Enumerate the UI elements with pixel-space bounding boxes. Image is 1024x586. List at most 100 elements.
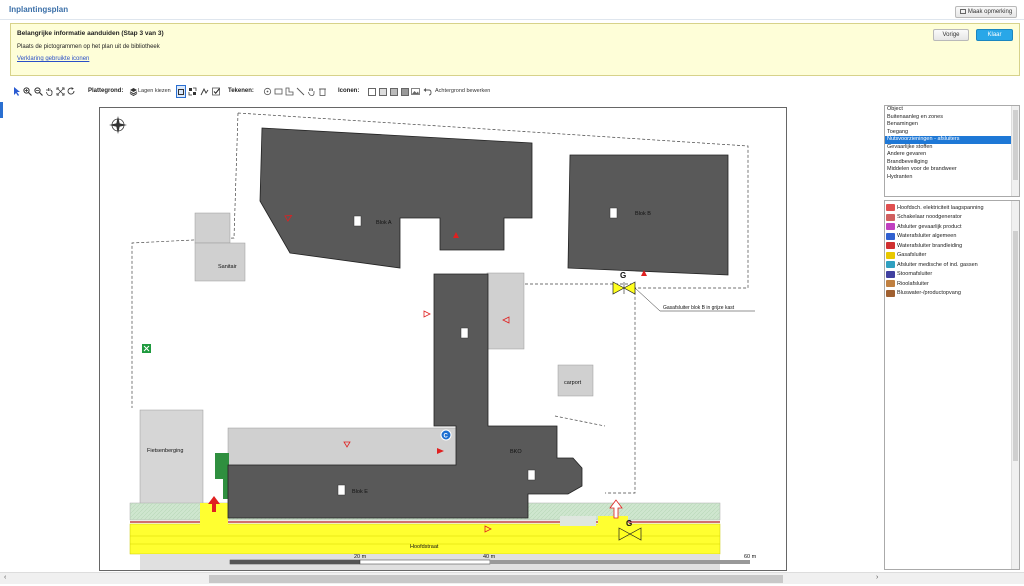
- access-triangle-icon: [423, 310, 431, 318]
- icon-picture-icon[interactable]: [411, 85, 420, 98]
- label-carport: carport: [564, 380, 582, 386]
- pan-hand-icon[interactable]: [45, 85, 54, 98]
- icons-scroll-thumb[interactable]: [1013, 231, 1018, 461]
- label-bko: BKO: [510, 449, 522, 455]
- layer-item[interactable]: Hydranten: [885, 174, 1019, 182]
- label-sanitair: Sanitair: [218, 264, 237, 270]
- layers-scrollbar[interactable]: [1011, 106, 1019, 196]
- icon-library-label: Rioolafsluiter: [897, 280, 929, 287]
- icon-large-square-icon[interactable]: [389, 85, 398, 98]
- scale-label-20: 20 m: [354, 554, 367, 560]
- draw-line-icon[interactable]: [296, 85, 305, 98]
- horizontal-scrollbar[interactable]: ‹ ›: [0, 572, 1024, 584]
- draw-polygon-icon[interactable]: [285, 85, 294, 98]
- left-edge-marker: [0, 102, 3, 118]
- label-blok-e: Blok E: [352, 489, 368, 495]
- layer-item[interactable]: Nutsvoorzieningen - afsluiters: [885, 136, 1019, 144]
- done-button[interactable]: Klaar: [976, 29, 1013, 41]
- layer-item[interactable]: Toegang: [885, 129, 1019, 137]
- icon-library-item[interactable]: Afsluiter medische of ind. gassen: [885, 260, 1019, 270]
- pictogram-icon: [886, 280, 895, 288]
- layers-container: Object Buitenaanleg en zones Benamingen Toe…: [885, 106, 1019, 181]
- fietsenberging-area: [139, 409, 204, 505]
- icon-library-item[interactable]: Gasafsluiter: [885, 251, 1019, 261]
- edit-hand-icon[interactable]: [307, 85, 316, 98]
- layer-item[interactable]: Gevaarlijke stoffen: [885, 144, 1019, 152]
- zoom-out-icon[interactable]: [34, 85, 43, 98]
- remark-button-label: Maak opmerking: [967, 9, 1013, 15]
- icon-library-label: Schakelaar noodgenerator: [897, 214, 962, 221]
- draw-point-icon[interactable]: [263, 85, 272, 98]
- icon-image-icon[interactable]: [400, 85, 409, 98]
- site-plan-canvas[interactable]: Blok A Blok B Blok E BKO Sanitair carpor…: [99, 107, 787, 571]
- delete-icon[interactable]: [318, 85, 327, 98]
- select-pointer-icon[interactable]: [12, 85, 21, 98]
- undo-icon[interactable]: [423, 85, 432, 98]
- checkbox-icon[interactable]: [212, 85, 221, 98]
- layers-scroll-thumb[interactable]: [1013, 110, 1018, 180]
- select-frame-icon[interactable]: [176, 85, 186, 98]
- layer-item[interactable]: Benamingen: [885, 121, 1019, 129]
- layers-button[interactable]: Lagen kiezen: [138, 88, 171, 94]
- draw-rectangle-icon[interactable]: [274, 85, 283, 98]
- remark-icon: [959, 8, 966, 14]
- icon-library-item[interactable]: Afsluiter gevaarlijk product: [885, 222, 1019, 232]
- doc-icon: [337, 484, 346, 496]
- fit-extent-icon[interactable]: [56, 85, 65, 98]
- info-text: Plaats de pictogrammen op het plan uit d…: [17, 44, 160, 50]
- pictogram-icon: [886, 261, 895, 269]
- page-title: Inplantingsplan: [9, 5, 69, 14]
- previous-button[interactable]: Vorige: [933, 29, 969, 41]
- info-title: Belangrijke informatie aanduiden (Stap 3…: [17, 30, 164, 37]
- icon-library-label: Stoomafsluiter: [897, 271, 933, 278]
- layers-list[interactable]: Object Buitenaanleg en zones Benamingen Toe…: [884, 105, 1020, 197]
- svg-text:G: G: [620, 271, 626, 280]
- pictogram-icon: [886, 232, 895, 240]
- scroll-right-icon[interactable]: ›: [876, 574, 878, 581]
- building-blok-e-bko[interactable]: [227, 273, 583, 519]
- pictogram-icon: [886, 204, 895, 212]
- grid-snap-icon[interactable]: [188, 85, 197, 98]
- icon-library-item[interactable]: Bluswater-/productopvang: [885, 289, 1019, 299]
- layer-item[interactable]: Object: [885, 106, 1019, 114]
- icon-small-square-icon[interactable]: [367, 85, 376, 98]
- doc-icon: [460, 327, 469, 339]
- refresh-icon[interactable]: [67, 85, 76, 98]
- site-plan-drawing: Blok A Blok B Blok E BKO Sanitair carpor…: [109, 112, 757, 570]
- gas-valve-annotation: Gasafsluiter blok B in grijze kast: [663, 305, 735, 311]
- pictogram-icon: [886, 251, 895, 259]
- icons-scrollbar[interactable]: [1011, 201, 1019, 569]
- doc-icon: [527, 469, 536, 481]
- add-remark-button[interactable]: Maak opmerking: [955, 6, 1017, 18]
- pictogram-icon: [886, 213, 895, 221]
- pictogram-icon: [886, 242, 895, 250]
- layer-item[interactable]: Buitenaanleg en zones: [885, 114, 1019, 122]
- building-blok-a[interactable]: [259, 127, 533, 269]
- svg-text:G: G: [626, 519, 632, 528]
- layer-item[interactable]: Brandbeveiliging: [885, 159, 1019, 167]
- icon-medium-square-icon[interactable]: [378, 85, 387, 98]
- icon-library-item[interactable]: Waterafsluiter brandleiding: [885, 241, 1019, 251]
- icon-library-item[interactable]: Waterafsluiter algemeen: [885, 232, 1019, 242]
- icon-library-label: Bluswater-/productopvang: [897, 290, 961, 297]
- layer-item[interactable]: Andere gevaren: [885, 151, 1019, 159]
- measure-icon[interactable]: [200, 85, 209, 98]
- zoom-in-icon[interactable]: [23, 85, 32, 98]
- edit-background-button[interactable]: Achtergrond bewerken: [435, 88, 490, 94]
- icons-container: Hoofdsch. elektriciteit laagspanning Scha…: [885, 201, 1019, 298]
- emergency-exit-icon: [142, 344, 151, 353]
- compass-icon: [109, 116, 127, 134]
- icons-legend-link[interactable]: Verklaring gebruikte iconen: [17, 56, 89, 62]
- icon-library-item[interactable]: Stoomafsluiter: [885, 270, 1019, 280]
- plattegrond-label: Plattegrond:: [88, 88, 124, 94]
- label-blok-a: Blok A: [376, 220, 392, 226]
- icon-library-item[interactable]: Schakelaar noodgenerator: [885, 213, 1019, 223]
- layer-item[interactable]: Middelen voor de brandweer: [885, 166, 1019, 174]
- icons-library-list[interactable]: Hoofdsch. elektriciteit laagspanning Scha…: [884, 200, 1020, 570]
- horizontal-scroll-thumb[interactable]: [209, 575, 783, 583]
- scroll-left-icon[interactable]: ‹: [4, 574, 6, 581]
- icon-library-item[interactable]: Rioolafsluiter: [885, 279, 1019, 289]
- icon-library-item[interactable]: Hoofdsch. elektriciteit laagspanning: [885, 203, 1019, 213]
- info-panel: Belangrijke informatie aanduiden (Stap 3…: [10, 23, 1020, 76]
- label-fietsenberging: Fietsenberging: [147, 448, 183, 454]
